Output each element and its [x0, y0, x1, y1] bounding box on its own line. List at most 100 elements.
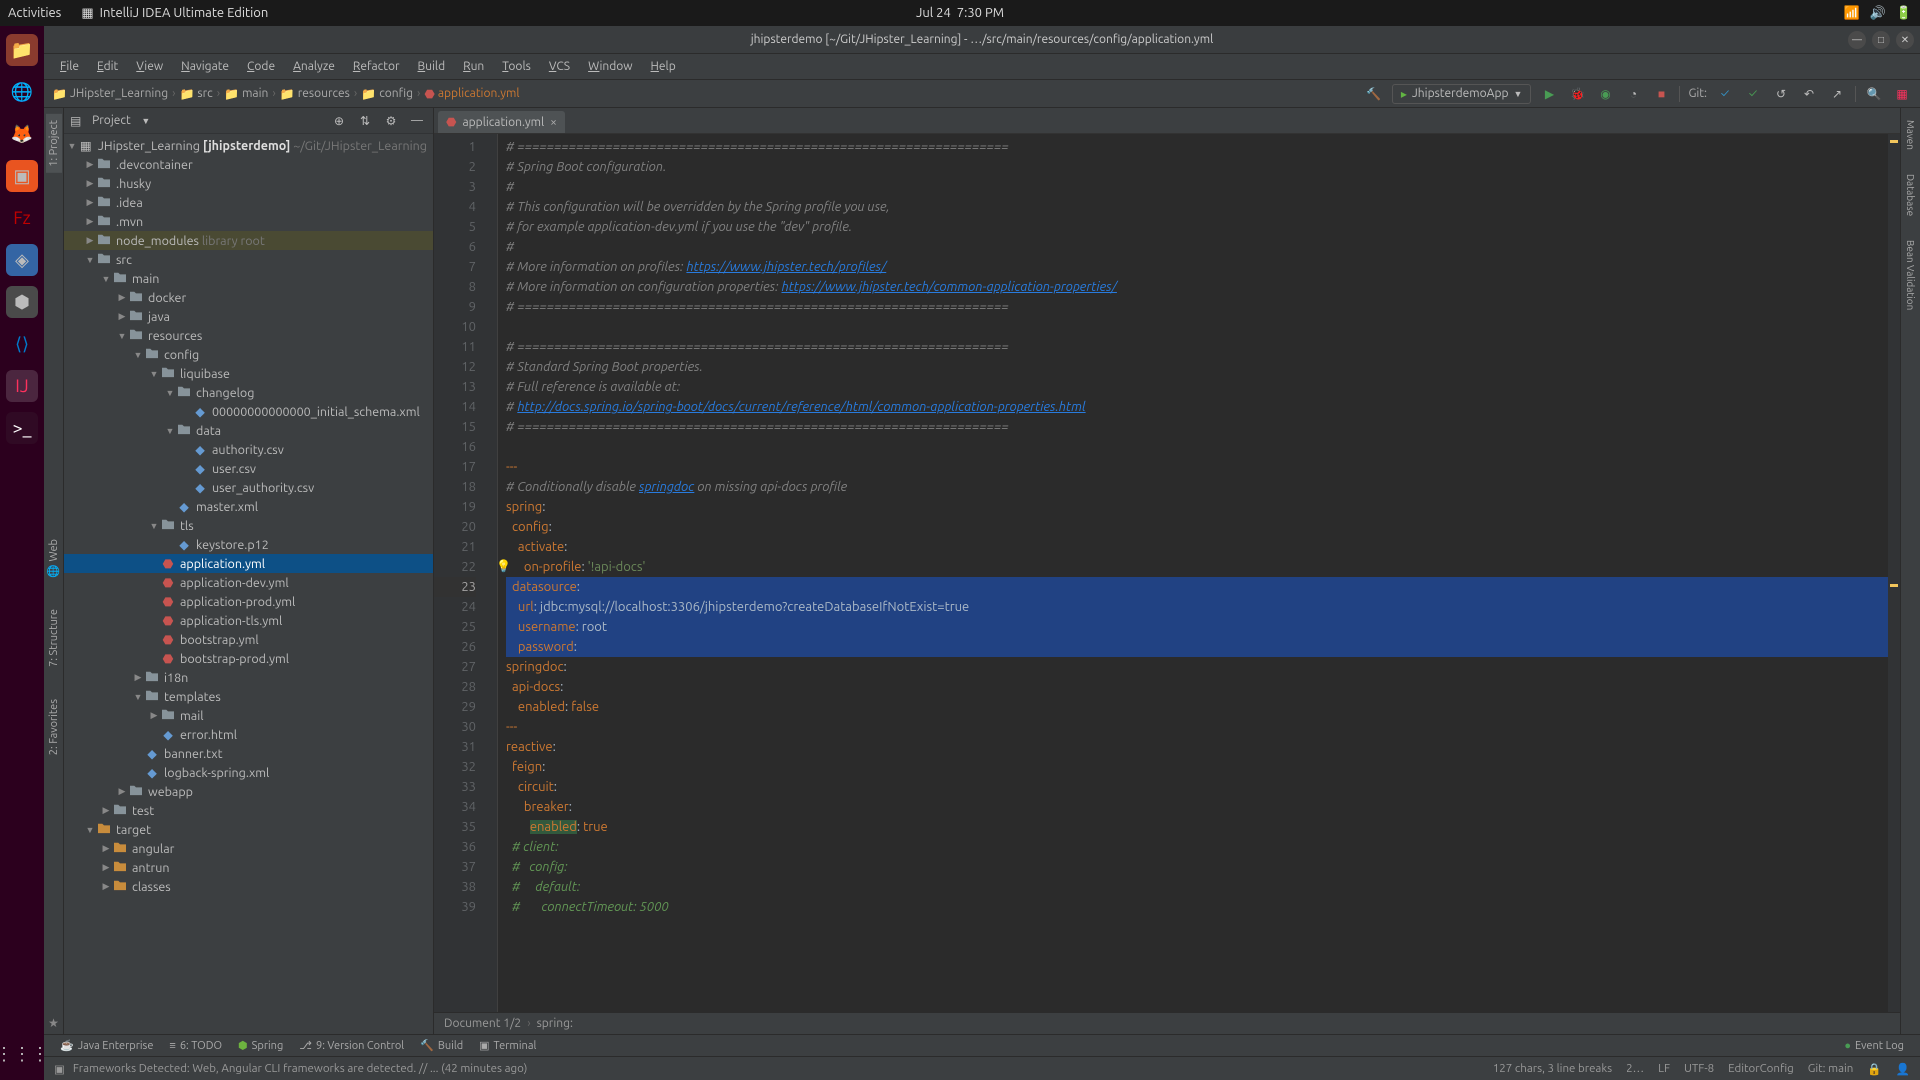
- breadcrumb-item[interactable]: 📁 main: [224, 87, 268, 101]
- status-line-sep[interactable]: LF: [1658, 1062, 1670, 1075]
- event-log-tool-button[interactable]: ● Event Log: [1836, 1040, 1912, 1052]
- dock-chrome[interactable]: 🌐: [6, 76, 38, 108]
- dock-terminal[interactable]: >_: [6, 412, 38, 444]
- java-enterprise-tool-button[interactable]: ☕ Java Enterprise: [52, 1039, 161, 1052]
- tree-file[interactable]: ⬣application-prod.yml: [64, 592, 433, 611]
- breadcrumb-item[interactable]: 📁 JHipster_Learning: [52, 87, 168, 101]
- tree-file[interactable]: ◆user.csv: [64, 459, 433, 478]
- tree-folder[interactable]: ▶classes: [64, 877, 433, 896]
- tree-file[interactable]: ⬣application-dev.yml: [64, 573, 433, 592]
- menu-vcs[interactable]: VCS: [541, 58, 578, 75]
- version-control-tool-button[interactable]: ⎇ 9: Version Control: [291, 1039, 412, 1052]
- todo-tool-button[interactable]: ≡ 6: TODO: [161, 1040, 230, 1052]
- tree-folder[interactable]: ▼data: [64, 421, 433, 440]
- tree-root[interactable]: ▼ ▦ JHipster_Learning [jhipsterdemo] ~/G…: [64, 136, 433, 155]
- tree-folder[interactable]: ▼src: [64, 250, 433, 269]
- menu-code[interactable]: Code: [239, 58, 283, 75]
- vcs-push-button[interactable]: ↗: [1827, 84, 1847, 104]
- build-icon[interactable]: 🔨: [1364, 84, 1384, 104]
- menu-file[interactable]: File: [52, 58, 87, 75]
- project-view-selector[interactable]: ▤ Project ▼: [70, 114, 150, 128]
- vcs-revert-button[interactable]: ↶: [1799, 84, 1819, 104]
- build-tool-button[interactable]: 🔨 Build: [412, 1039, 471, 1052]
- tree-folder[interactable]: ▶angular: [64, 839, 433, 858]
- project-tool-button[interactable]: 1: Project: [46, 114, 62, 173]
- fold-gutter[interactable]: [486, 134, 498, 1012]
- tree-file[interactable]: ⬣application.yml: [64, 554, 433, 573]
- select-opened-file-button[interactable]: ⊕: [329, 111, 349, 131]
- breadcrumb-item[interactable]: 📁 config: [361, 87, 413, 101]
- tree-folder[interactable]: ▼liquibase: [64, 364, 433, 383]
- run-button[interactable]: ▶: [1539, 84, 1559, 104]
- tree-file[interactable]: ⬣application-tls.yml: [64, 611, 433, 630]
- menu-edit[interactable]: Edit: [89, 58, 126, 75]
- dock-app2[interactable]: ◈: [6, 244, 38, 276]
- vcs-commit-button[interactable]: ✓: [1743, 84, 1763, 104]
- tree-folder[interactable]: ▶antrun: [64, 858, 433, 877]
- dock-filezilla[interactable]: Fz: [6, 202, 38, 234]
- hide-button[interactable]: —: [407, 111, 427, 131]
- dock-intellij[interactable]: IJ: [6, 370, 38, 402]
- terminal-tool-button[interactable]: ▣ Terminal: [471, 1039, 544, 1052]
- editor[interactable]: 1234567891011121314151617181920212223242…: [434, 134, 1900, 1012]
- tree-folder[interactable]: ▶i18n: [64, 668, 433, 687]
- tree-file[interactable]: ◆keystore.p12: [64, 535, 433, 554]
- intellij-logo-icon[interactable]: ▦: [1892, 84, 1912, 104]
- tree-file[interactable]: ◆authority.csv: [64, 440, 433, 459]
- tree-folder[interactable]: ▶docker: [64, 288, 433, 307]
- menu-refactor[interactable]: Refactor: [345, 58, 408, 75]
- editor-tab-application-yml[interactable]: ⬣ application.yml ×: [438, 111, 565, 133]
- clock[interactable]: Jul 24 7:30 PM: [916, 6, 1004, 20]
- close-tab-icon[interactable]: ×: [550, 116, 557, 129]
- tree-folder[interactable]: ▶.idea: [64, 193, 433, 212]
- breadcrumb-item[interactable]: ⬣ application.yml: [424, 87, 519, 101]
- tree-file[interactable]: ◆logback-spring.xml: [64, 763, 433, 782]
- tree-file[interactable]: ◆00000000000000_initial_schema.xml: [64, 402, 433, 421]
- crumb-key[interactable]: spring:: [537, 1017, 573, 1030]
- search-everywhere-button[interactable]: 🔍: [1864, 84, 1884, 104]
- project-tree[interactable]: ▼ ▦ JHipster_Learning [jhipsterdemo] ~/G…: [64, 134, 433, 1034]
- battery-icon[interactable]: 🔋: [1896, 6, 1912, 21]
- tree-file[interactable]: ◆error.html: [64, 725, 433, 744]
- breadcrumb-item[interactable]: 📁 src: [179, 87, 212, 101]
- vcs-history-button[interactable]: ↺: [1771, 84, 1791, 104]
- tree-file[interactable]: ◆user_authority.csv: [64, 478, 433, 497]
- debug-button[interactable]: 🐞: [1567, 84, 1587, 104]
- profile-button[interactable]: ◔: [1623, 84, 1643, 104]
- dock-firefox[interactable]: 🦊: [6, 118, 38, 150]
- web-tool-button[interactable]: 🌐 Web: [45, 533, 62, 583]
- error-stripe[interactable]: [1888, 134, 1900, 1012]
- database-tool-button[interactable]: Database: [1904, 168, 1917, 222]
- close-button[interactable]: ✕: [1896, 31, 1914, 49]
- activities-button[interactable]: Activities: [8, 6, 61, 20]
- tree-folder[interactable]: ▼config: [64, 345, 433, 364]
- tree-folder[interactable]: ▶webapp: [64, 782, 433, 801]
- tree-file[interactable]: ◆master.xml: [64, 497, 433, 516]
- bean-validation-tool-button[interactable]: Bean Validation: [1904, 234, 1917, 316]
- menu-run[interactable]: Run: [455, 58, 492, 75]
- wifi-icon[interactable]: 📶: [1843, 6, 1859, 21]
- maximize-button[interactable]: □: [1872, 31, 1890, 49]
- tree-folder[interactable]: ▶.devcontainer: [64, 155, 433, 174]
- spring-tool-button[interactable]: ⬢ Spring: [230, 1039, 291, 1052]
- menu-window[interactable]: Window: [580, 58, 640, 75]
- menu-analyze[interactable]: Analyze: [285, 58, 343, 75]
- run-config-selector[interactable]: ▸ JhipsterdemoApp ▼: [1392, 84, 1532, 104]
- tree-file[interactable]: ⬣bootstrap-prod.yml: [64, 649, 433, 668]
- tree-folder[interactable]: ▼changelog: [64, 383, 433, 402]
- menu-navigate[interactable]: Navigate: [173, 58, 237, 75]
- tree-folder[interactable]: ▶java: [64, 307, 433, 326]
- tree-file[interactable]: ◆banner.txt: [64, 744, 433, 763]
- status-people-icon[interactable]: 👤: [1896, 1062, 1910, 1076]
- tree-folder[interactable]: ▼target: [64, 820, 433, 839]
- settings-icon[interactable]: ⚙: [381, 111, 401, 131]
- status-lock-icon[interactable]: 🔒: [1867, 1062, 1881, 1076]
- stop-button[interactable]: ■: [1651, 84, 1671, 104]
- tree-folder[interactable]: ▶node_modules library root: [64, 231, 433, 250]
- menu-help[interactable]: Help: [643, 58, 684, 75]
- status-frame-icon[interactable]: ▣: [54, 1062, 65, 1076]
- menu-tools[interactable]: Tools: [494, 58, 539, 75]
- favorites-tool-button[interactable]: 2: Favorites: [46, 693, 62, 761]
- dock-show-apps[interactable]: ⋮⋮⋮: [6, 1038, 38, 1070]
- tree-folder[interactable]: ▶mail: [64, 706, 433, 725]
